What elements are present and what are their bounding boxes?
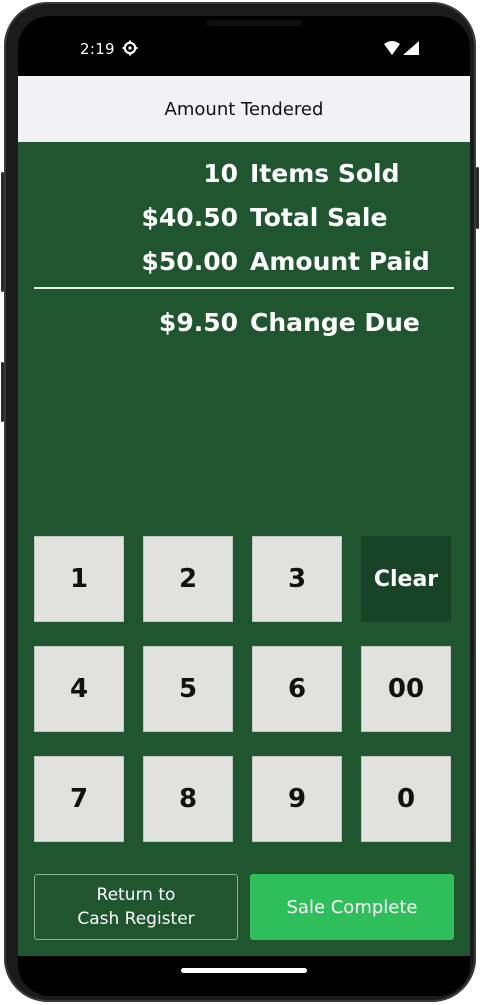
summary-divider [34,287,454,289]
return-button-line2: Cash Register [77,909,195,929]
home-indicator[interactable] [181,968,307,973]
items-sold-label: Items Sold [250,159,400,188]
key-1[interactable]: 1 [34,536,124,622]
page-title-bar: Amount Tendered [18,76,470,142]
key-4[interactable]: 4 [34,646,124,732]
items-sold-value: 10 [203,159,238,188]
key-8[interactable]: 8 [143,756,233,842]
camera-notch [206,20,302,26]
key-9[interactable]: 9 [252,756,342,842]
change-due-value: $9.50 [158,308,238,337]
phone-frame: 2:19 Amount Tendered 10 Items Sold $40.5… [1,2,479,1002]
key-5[interactable]: 5 [143,646,233,732]
amount-paid-row: $50.00 Amount Paid [18,247,470,291]
total-sale-label: Total Sale [250,203,388,232]
change-due-label: Change Due [250,308,420,337]
change-due-row: $9.50 Change Due [18,308,470,352]
wifi-icon [384,41,400,55]
sale-summary-panel: 10 Items Sold $40.50 Total Sale $50.00 A… [18,142,470,504]
power-button [1,172,4,292]
status-time: 2:19 [80,40,115,58]
sale-complete-button[interactable]: Sale Complete [250,874,454,940]
status-bar: 2:19 [18,16,470,76]
volume-button [1,362,4,422]
total-sale-value: $40.50 [141,203,238,232]
gear-icon [122,40,138,56]
key-0[interactable]: 0 [361,756,451,842]
amount-paid-label: Amount Paid [250,247,430,276]
screen: 2:19 Amount Tendered 10 Items Sold $40.5… [18,16,470,996]
items-sold-row: 10 Items Sold [18,159,470,203]
clear-button[interactable]: Clear [361,536,451,622]
amount-paid-value: $50.00 [141,247,238,276]
key-6[interactable]: 6 [252,646,342,732]
navigation-bar [18,956,470,996]
page-title: Amount Tendered [164,98,324,120]
return-to-cash-register-button[interactable]: Return to Cash Register [34,874,238,940]
side-button-right [476,167,479,229]
sale-complete-label: Sale Complete [286,896,418,918]
total-sale-row: $40.50 Total Sale [18,203,470,247]
key-2[interactable]: 2 [143,536,233,622]
return-button-line1: Return to [96,885,176,905]
key-7[interactable]: 7 [34,756,124,842]
key-3[interactable]: 3 [252,536,342,622]
key-00[interactable]: 00 [361,646,451,732]
signal-icon [403,41,419,55]
